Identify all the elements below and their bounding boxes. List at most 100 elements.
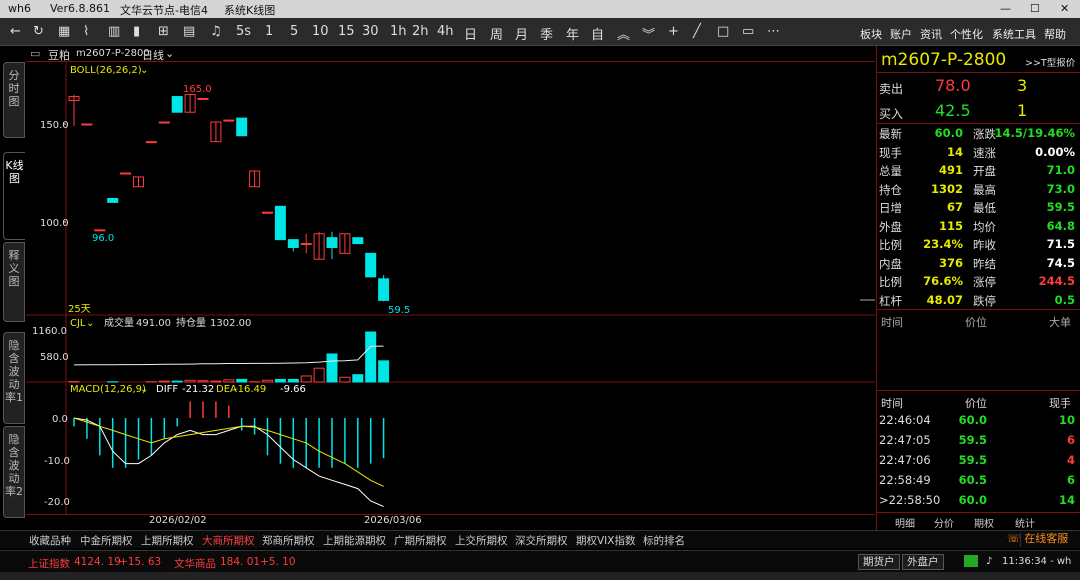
macd-chevron-icon[interactable]: ⌄: [140, 384, 148, 395]
candle-body: [300, 243, 312, 246]
collapse-icon[interactable]: ▭: [30, 47, 40, 60]
boll-chevron-icon[interactable]: ⌄: [140, 65, 148, 76]
tick-time: 22:58:49: [879, 473, 931, 487]
period-custom[interactable]: 自: [591, 24, 604, 43]
menu-sector[interactable]: 板块: [860, 26, 882, 42]
tab-detail[interactable]: 明细: [895, 515, 915, 530]
menu-news[interactable]: 资讯: [920, 26, 942, 42]
maximize-button[interactable]: ☐: [1030, 2, 1040, 15]
futures-account-button[interactable]: 期货户: [858, 554, 900, 570]
rect-icon[interactable]: □: [717, 24, 729, 39]
tab-iv2[interactable]: 隐含波动率2: [3, 426, 25, 518]
low-label: 96.0: [92, 233, 114, 244]
candle-body: [94, 229, 106, 232]
tab-statistics[interactable]: 统计: [1015, 515, 1035, 530]
text-icon[interactable]: ▭: [742, 24, 754, 39]
market-tab-10[interactable]: 标的排名: [643, 533, 685, 548]
refresh-icon[interactable]: ↻: [33, 24, 44, 39]
volume-bar: [287, 378, 299, 383]
period-1h[interactable]: 1h: [390, 24, 407, 39]
period-10[interactable]: 10: [312, 24, 329, 39]
market-tab-9[interactable]: 期权VIX指数: [576, 533, 635, 548]
stat-label: 昨结: [973, 256, 996, 271]
market-tab-4[interactable]: 郑商所期权: [262, 533, 315, 548]
line-chart-icon[interactable]: ⌇: [83, 24, 89, 39]
toolbar: ← ↻ ▦ ⌇ ▥ ▮ ⊞ ▤ ♫ 5s 1 5 10 15 30 1h 2h …: [0, 18, 1080, 46]
bid-price[interactable]: 42.5: [935, 101, 971, 120]
tick-vol: 4: [1066, 453, 1075, 467]
more-icon[interactable]: ⋯: [767, 24, 780, 39]
market-tab-5[interactable]: 上期能源期权: [323, 533, 386, 548]
online-service-link[interactable]: ☏ 在线客服: [1007, 530, 1068, 546]
market-tabs: 收藏品种 中金所期权 上期所期权 大商所期权 郑商所期权 上期能源期权 广期所期…: [0, 530, 1080, 548]
t-quote-link[interactable]: >>T型报价: [1025, 55, 1075, 69]
tick-price: 59.5: [958, 453, 987, 467]
boll-label: BOLL(26,26,2): [70, 65, 142, 76]
period-5[interactable]: 5: [290, 24, 298, 39]
period-5s[interactable]: 5s: [236, 24, 251, 39]
period-day[interactable]: 日: [464, 24, 477, 43]
zoom-out-icon[interactable]: ︾: [642, 24, 655, 43]
grid-icon[interactable]: ▦: [58, 24, 70, 39]
candle-body: [107, 197, 119, 203]
period-year[interactable]: 年: [566, 24, 579, 43]
candle-body: [171, 96, 183, 113]
index1-name[interactable]: 上证指数: [28, 556, 70, 571]
menu-account[interactable]: 账户: [890, 26, 912, 42]
menu-personalize[interactable]: 个性化: [950, 26, 983, 42]
market-tab-2[interactable]: 上期所期权: [141, 533, 194, 548]
kline-chart-area[interactable]: BOLL(26,26,2) ⌄ 150.0 100.0 165.0 96.0 5…: [26, 62, 875, 514]
foreign-account-button[interactable]: 外盘户: [902, 554, 944, 570]
market-tab-3[interactable]: 大商所期权: [202, 533, 255, 548]
market-tab-8[interactable]: 深交所期权: [515, 533, 568, 548]
period-quarter[interactable]: 季: [540, 24, 553, 43]
period-select[interactable]: 日线: [142, 47, 164, 63]
chart-header: ▭ 豆粕 m2607-P-2800 日线 ⌄: [26, 46, 875, 62]
tab-explain[interactable]: 释义图: [3, 242, 25, 322]
period-2h[interactable]: 2h: [412, 24, 429, 39]
minimize-button[interactable]: —: [1000, 2, 1011, 15]
menu-help[interactable]: 帮助: [1044, 26, 1066, 42]
market-tab-7[interactable]: 上交所期权: [455, 533, 508, 548]
index2-value: 184. 01: [220, 556, 261, 568]
volume-bar: [184, 379, 196, 383]
market-tab-0[interactable]: 收藏品种: [29, 533, 71, 548]
stat-label: 外盘: [879, 219, 902, 234]
candle-icon[interactable]: ▮: [133, 24, 140, 39]
tab-options[interactable]: 期权: [974, 515, 994, 530]
candle-body: [197, 98, 209, 101]
crosshair-icon[interactable]: +: [668, 24, 679, 39]
period-month[interactable]: 月: [515, 24, 528, 43]
market-tab-1[interactable]: 中金所期权: [80, 533, 133, 548]
period-15[interactable]: 15: [338, 24, 355, 39]
period-30[interactable]: 30: [362, 24, 379, 39]
chevron-down-icon[interactable]: ⌄: [165, 47, 174, 60]
period-4h[interactable]: 4h: [437, 24, 454, 39]
candle-body: [262, 211, 273, 214]
zoom-in-icon[interactable]: ︽: [617, 24, 630, 43]
indicator-icon[interactable]: ⊞: [158, 24, 169, 39]
tab-timeshare[interactable]: 分时图: [3, 62, 25, 138]
tab-iv1[interactable]: 隐含波动率1: [3, 332, 25, 424]
close-button[interactable]: ✕: [1060, 2, 1069, 15]
tab-kline[interactable]: K线图: [3, 152, 25, 240]
bell-icon[interactable]: ♫: [210, 24, 222, 39]
candle-body: [326, 237, 338, 248]
cjl-chevron-icon[interactable]: ⌄: [86, 318, 94, 329]
bar-chart-icon[interactable]: ▥: [108, 24, 120, 39]
tab-price-dist[interactable]: 分价: [934, 515, 954, 530]
menu-system-tools[interactable]: 系统工具: [992, 26, 1036, 42]
ask-price[interactable]: 78.0: [935, 76, 971, 95]
oi-value: 1302.00: [210, 318, 251, 329]
market-tab-6[interactable]: 广期所期权: [394, 533, 447, 548]
high-label: 165.0: [183, 84, 212, 95]
index2-name[interactable]: 文华商品: [174, 556, 216, 571]
vol-tick-1160: 1160.0: [32, 326, 67, 337]
period-week[interactable]: 周: [490, 24, 503, 43]
draw-line-icon[interactable]: ╱: [693, 24, 701, 39]
period-1[interactable]: 1: [265, 24, 273, 39]
back-arrow-icon[interactable]: ←: [10, 24, 21, 39]
macd-tick-20: -20.0: [44, 497, 70, 508]
candle-body: [145, 141, 157, 144]
calculator-icon[interactable]: ▤: [183, 24, 195, 39]
